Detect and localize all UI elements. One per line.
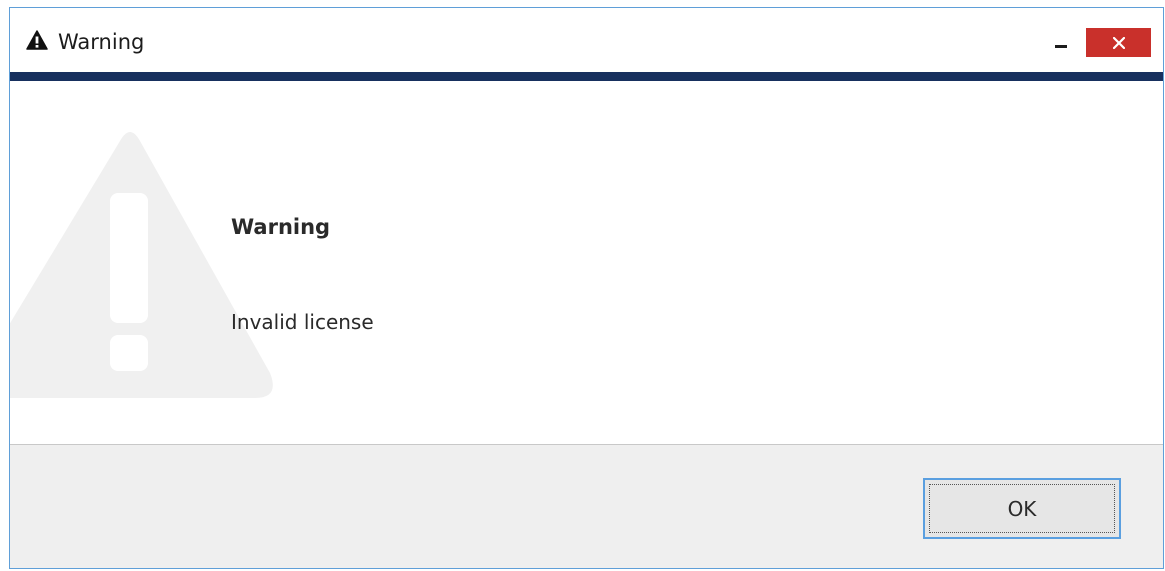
close-icon	[1113, 37, 1125, 49]
minimize-icon	[1055, 45, 1067, 48]
warning-dialog: Warning Warning Invalid license OK	[9, 7, 1164, 569]
message-heading: Warning	[231, 215, 331, 239]
accent-strip	[10, 72, 1163, 81]
warning-triangle-icon	[26, 30, 48, 50]
close-button[interactable]	[1086, 28, 1151, 57]
minimize-button[interactable]	[1042, 32, 1080, 58]
title-bar[interactable]: Warning	[10, 8, 1163, 72]
warning-exclamation-icon	[10, 132, 273, 398]
window-title: Warning	[58, 30, 145, 54]
message-area: Warning Invalid license	[10, 81, 1163, 445]
ok-button[interactable]: OK	[923, 478, 1121, 539]
ok-button-label: OK	[929, 484, 1115, 533]
dialog-footer: OK	[10, 445, 1163, 568]
message-body: Invalid license	[231, 310, 374, 334]
